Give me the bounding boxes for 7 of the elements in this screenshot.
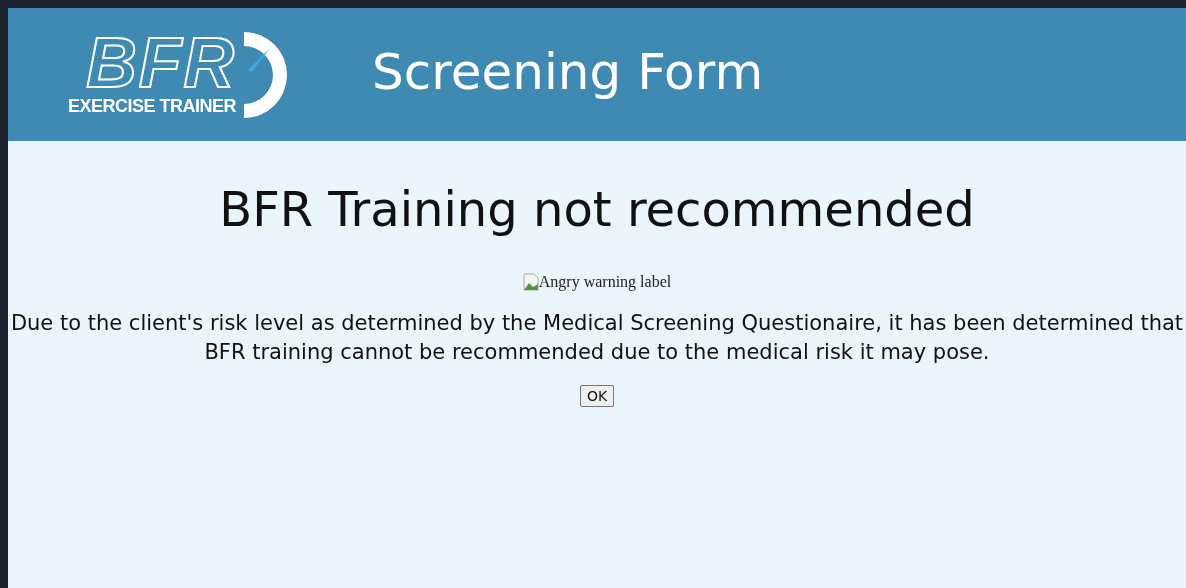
- logo-wordmark: BFR: [86, 32, 237, 94]
- broken-image: Angry warning label: [522, 273, 672, 291]
- result-heading: BFR Training not recommended: [219, 181, 975, 237]
- warning-message: Due to the client's risk level as determined by the Medical Screening Questionaire, it has been determined that BFR training cannot be recommended due to the medical risk it may pose.: [9, 310, 1185, 366]
- ok-button[interactable]: OK: [579, 385, 615, 407]
- logo-tagline: EXERCISE TRAINER: [68, 96, 237, 117]
- page-title: Screening Form: [372, 42, 764, 101]
